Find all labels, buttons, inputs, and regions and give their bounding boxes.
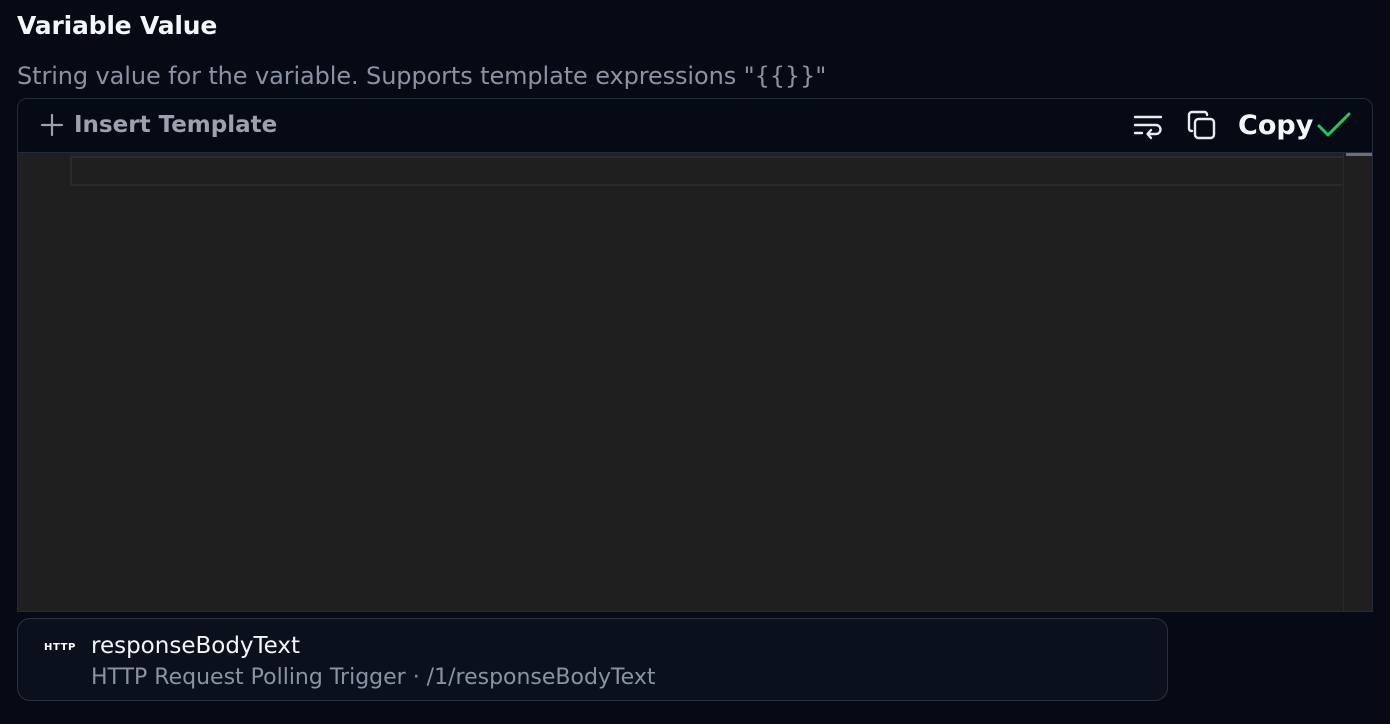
suggestion-name: responseBodyText [91, 633, 301, 659]
word-wrap-icon [1133, 115, 1163, 140]
field-label: Variable Value [17, 11, 218, 40]
copy-button[interactable] [1185, 109, 1219, 143]
current-line-highlight[interactable] [70, 156, 1368, 186]
copy-icon [1187, 110, 1216, 140]
http-badge-icon: HTTP [44, 642, 76, 653]
word-wrap-button[interactable] [1131, 109, 1165, 143]
editor-toolbar: Insert Template Copy [18, 99, 1372, 153]
field-description: String value for the variable. Supports … [17, 62, 827, 90]
check-icon [1317, 112, 1351, 137]
vertical-scrollbar[interactable] [1343, 153, 1372, 611]
template-editor: Insert Template Copy [17, 98, 1373, 612]
suggestion-path: HTTP Request Polling Trigger · /1/respon… [91, 665, 656, 690]
line-number-gutter [18, 153, 70, 611]
copy-label[interactable]: Copy [1238, 110, 1313, 141]
plus-icon [40, 113, 64, 137]
variable-suggestion-item[interactable]: HTTP responseBodyText HTTP Request Polli… [17, 618, 1168, 701]
insert-template-label: Insert Template [74, 112, 278, 138]
scrollbar-thumb[interactable] [1346, 153, 1372, 156]
insert-template-button[interactable]: Insert Template [40, 110, 277, 140]
variable-value-field: Variable Value String value for the vari… [0, 0, 1390, 724]
code-editor-area[interactable] [18, 153, 1372, 611]
